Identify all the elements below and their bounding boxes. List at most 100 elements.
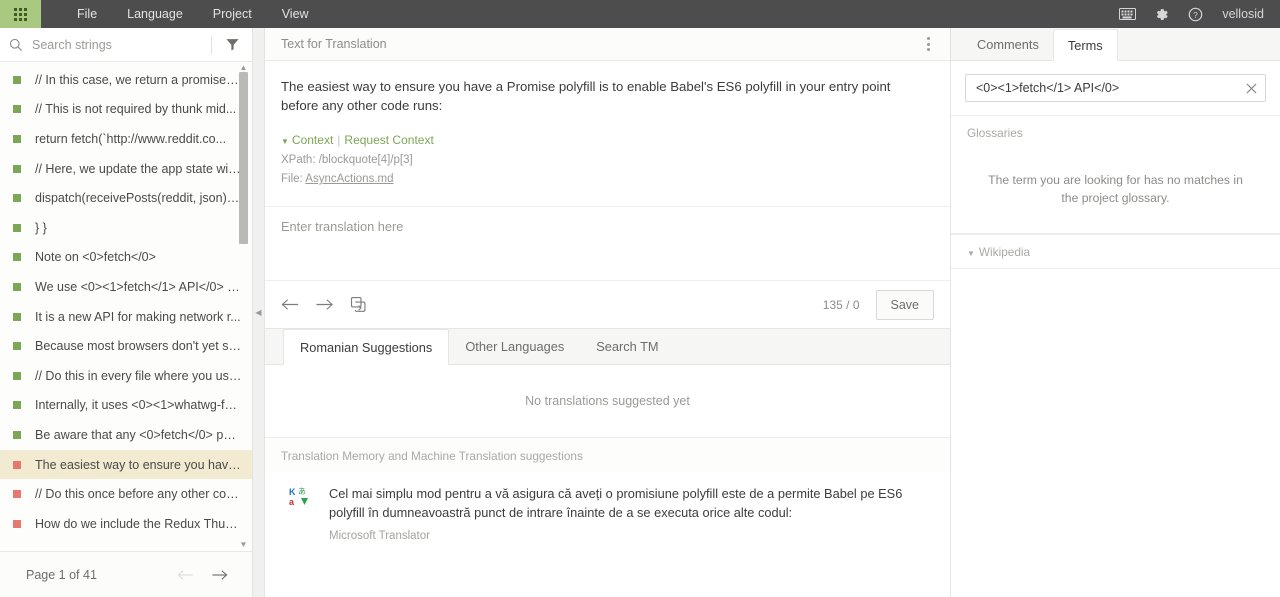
- tm-section-title: Translation Memory and Machine Translati…: [265, 437, 950, 472]
- username-label[interactable]: vellosid: [1212, 7, 1280, 21]
- term-search-wrapper: [951, 61, 1280, 115]
- list-item-label: // In this case, we return a promise t..…: [35, 72, 242, 87]
- menu-item-view[interactable]: View: [267, 0, 324, 28]
- context-toggle[interactable]: Context: [292, 133, 333, 147]
- list-item-selected[interactable]: The easiest way to ensure you have ...: [0, 449, 252, 480]
- svg-text:?: ?: [1193, 9, 1198, 19]
- list-item-label: Because most browsers don't yet su...: [35, 339, 242, 354]
- keyboard-icon[interactable]: [1110, 0, 1144, 28]
- list-item-label: We use <0><1>fetch</1> API</0> in ...: [35, 279, 242, 294]
- list-item[interactable]: // Here, we update the app state wit...: [0, 154, 252, 184]
- gear-icon[interactable]: [1144, 0, 1178, 28]
- list-item-label: Note on <0>fetch</0>: [35, 250, 156, 265]
- top-bar-actions: ? vellosid: [1110, 0, 1280, 28]
- editor-toolbar: 135 / 0 Save: [265, 280, 950, 328]
- svg-text:K: K: [289, 487, 296, 497]
- top-bar: File Language Project View ? vellosid: [0, 0, 1280, 28]
- wikipedia-section-header[interactable]: ▼ Wikipedia: [951, 234, 1280, 268]
- more-options-icon[interactable]: [906, 28, 950, 61]
- list-scrollbar[interactable]: [239, 68, 248, 535]
- tab-comments[interactable]: Comments: [963, 29, 1053, 61]
- tm-suggestion-text: Cel mai simplu mod pentru a vă asigura c…: [329, 486, 903, 520]
- translate-icon: K あ a: [289, 484, 311, 542]
- term-search-input[interactable]: [966, 81, 1237, 95]
- tab-search-tm[interactable]: Search TM: [580, 329, 674, 365]
- list-item-label: dispatch(receivePosts(reddit, json)) )..…: [35, 191, 242, 206]
- list-item[interactable]: How do we include the Redux Thunk...: [0, 509, 252, 539]
- list-item-label: // This is not required by thunk mid...: [35, 102, 237, 117]
- search-input[interactable]: [32, 37, 211, 52]
- scrollbar-thumb[interactable]: [239, 72, 248, 244]
- list-item[interactable]: Note on <0>fetch</0>: [0, 243, 252, 273]
- menu-item-project[interactable]: Project: [198, 0, 267, 28]
- translation-input-area[interactable]: Enter translation here: [265, 206, 950, 280]
- list-item[interactable]: It is a new API for making network r...: [0, 302, 252, 332]
- menu-item-language[interactable]: Language: [112, 0, 198, 28]
- wikipedia-title: Wikipedia: [978, 245, 1031, 259]
- status-badge: [13, 312, 21, 321]
- tm-suggestion-source: Microsoft Translator: [329, 530, 430, 542]
- list-item[interactable]: Be aware that any <0>fetch</0> pol...: [0, 420, 252, 450]
- help-icon[interactable]: ?: [1178, 0, 1212, 28]
- glossaries-title: Glossaries: [951, 115, 1280, 149]
- status-badge: [13, 371, 21, 380]
- list-item[interactable]: // Do this in every file where you use..…: [0, 361, 252, 391]
- char-counter: 135 / 0: [822, 297, 860, 312]
- next-string-button[interactable]: [307, 288, 341, 322]
- tab-romanian-suggestions[interactable]: Romanian Suggestions: [283, 329, 450, 365]
- page-title: Text for Translation: [281, 37, 387, 51]
- glossary-empty-message: The term you are looking for has no matc…: [951, 149, 1280, 234]
- list-item[interactable]: Because most browsers don't yet su...: [0, 331, 252, 361]
- list-item[interactable]: // Do this once before any other cod...: [0, 479, 252, 509]
- menu-item-file[interactable]: File: [62, 0, 112, 28]
- status-badge: [13, 342, 21, 351]
- list-item[interactable]: // This is not required by thunk mid...: [0, 95, 252, 125]
- context-separator: |: [337, 133, 341, 147]
- caret-down-icon[interactable]: ▼: [281, 137, 289, 146]
- translation-placeholder: Enter translation here: [281, 219, 404, 234]
- status-badge: [13, 519, 21, 528]
- status-badge: [13, 460, 21, 469]
- tab-terms[interactable]: Terms: [1052, 29, 1118, 61]
- prev-page-button[interactable]: [168, 558, 202, 592]
- suggestions-empty-message: No translations suggested yet: [265, 365, 950, 437]
- save-button[interactable]: Save: [875, 289, 934, 320]
- list-item-label: // Do this in every file where you use..…: [35, 368, 242, 383]
- tm-suggestion-item[interactable]: K あ a Cel mai simplu mod pentru a vă asi…: [265, 472, 950, 556]
- apps-grid-glyph: [14, 7, 27, 21]
- term-search-box[interactable]: [965, 74, 1266, 102]
- list-item-label: Be aware that any <0>fetch</0> pol...: [35, 427, 242, 442]
- svg-text:a: a: [289, 497, 295, 506]
- list-item-label: It is a new API for making network r...: [35, 309, 241, 324]
- strings-sidebar: // In this case, we return a promise t..…: [0, 28, 253, 597]
- apps-grid-icon[interactable]: [0, 0, 41, 28]
- wikipedia-divider: [951, 268, 1280, 269]
- list-item-label: Internally, it uses <0><1>whatwg-fet...: [35, 398, 242, 413]
- list-item[interactable]: dispatch(receivePosts(reddit, json)) )..…: [0, 183, 252, 213]
- list-item-label: } }: [35, 220, 47, 235]
- tm-suggestion-body: Cel mai simplu mod pentru a vă asigura c…: [329, 484, 926, 542]
- file-line: File: AsyncActions.md: [281, 173, 922, 185]
- list-item[interactable]: } }: [0, 213, 252, 243]
- list-item[interactable]: Internally, it uses <0><1>whatwg-fet...: [0, 391, 252, 421]
- previous-string-button[interactable]: [273, 288, 307, 322]
- list-item-label: The easiest way to ensure you have ...: [35, 457, 242, 472]
- editor-header: Text for Translation: [265, 28, 950, 61]
- tab-other-languages[interactable]: Other Languages: [449, 329, 580, 365]
- collapse-sidebar-button[interactable]: ◀: [253, 28, 265, 597]
- scroll-down-icon[interactable]: ▼: [239, 541, 248, 549]
- list-item-label: How do we include the Redux Thunk...: [35, 516, 242, 531]
- next-page-button[interactable]: [202, 558, 236, 592]
- svg-text:あ: あ: [298, 487, 306, 496]
- copy-source-icon[interactable]: [341, 288, 375, 322]
- file-link[interactable]: AsyncActions.md: [305, 173, 393, 185]
- list-item[interactable]: We use <0><1>fetch</1> API</0> in ...: [0, 272, 252, 302]
- request-context-link[interactable]: Request Context: [344, 133, 433, 147]
- strings-list[interactable]: // In this case, we return a promise t..…: [0, 62, 252, 551]
- status-badge: [13, 134, 21, 143]
- list-item[interactable]: // In this case, we return a promise t..…: [0, 65, 252, 95]
- app-body: // In this case, we return a promise t..…: [0, 28, 1280, 597]
- close-icon[interactable]: [1237, 82, 1265, 94]
- list-item[interactable]: return fetch(`http://www.reddit.co...: [0, 124, 252, 154]
- filter-icon[interactable]: [212, 28, 252, 62]
